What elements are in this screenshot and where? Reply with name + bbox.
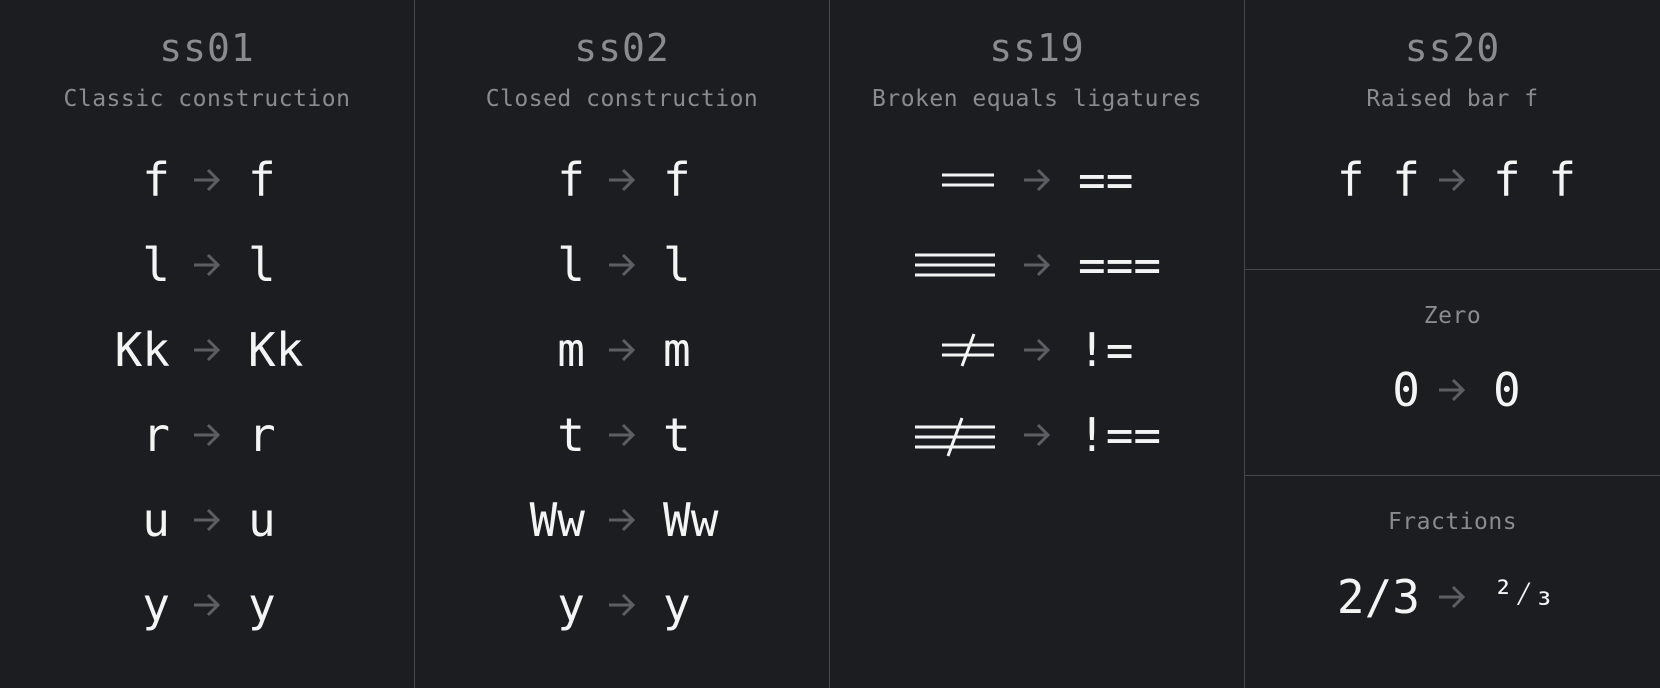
- glyph-row: 0 0: [1245, 360, 1660, 420]
- right-arrow-icon: [1020, 419, 1054, 451]
- panel-subtitle-fractions: Fractions: [1387, 509, 1518, 535]
- panel-subtitle: Closed construction: [485, 86, 759, 112]
- not-equals-ligature: [942, 333, 994, 367]
- right-arrow-icon: [190, 334, 224, 366]
- glyph-default: t: [557, 408, 585, 462]
- glyph-row: f f: [0, 150, 414, 210]
- right-arrow-icon: [1435, 374, 1469, 406]
- glyph-default: f f: [1336, 153, 1420, 207]
- glyph-default: f: [142, 153, 170, 207]
- right-arrow-icon: [1020, 249, 1054, 281]
- panel-subtitle: Classic construction: [63, 86, 351, 112]
- right-arrow-icon: [1435, 581, 1469, 613]
- panel-title: ss02: [574, 26, 670, 70]
- glyph-row: m m: [415, 320, 829, 380]
- glyph-alternate: m: [663, 323, 691, 377]
- glyph-alternate: ²⁄₃: [1493, 567, 1643, 627]
- right-arrow-icon: [1435, 164, 1469, 196]
- glyph-row: !==: [830, 405, 1244, 465]
- glyph-default: y: [142, 578, 170, 632]
- glyph-default: y: [557, 578, 585, 632]
- glyph-alternate: 0: [1493, 363, 1521, 417]
- right-arrow-icon: [605, 589, 639, 621]
- panel-title: ss01: [159, 26, 255, 70]
- glyph-row: y y: [0, 575, 414, 635]
- right-arrow-icon: [1020, 164, 1054, 196]
- right-arrow-icon: [605, 419, 639, 451]
- glyph-alternate: !==: [1078, 408, 1162, 462]
- panel-ss19: ss19 Broken equals ligatures == === != !…: [830, 0, 1244, 688]
- glyph-alternate: l: [663, 238, 691, 292]
- glyph-default: r: [142, 408, 170, 462]
- glyph-row: y y: [415, 575, 829, 635]
- right-arrow-icon: [190, 419, 224, 451]
- panel-ss02: ss02 Closed construction f f l l m m t t…: [415, 0, 829, 688]
- glyph-default: m: [557, 323, 585, 377]
- glyph-row: Ww Ww: [415, 490, 829, 550]
- glyph-row: 2/3 ²⁄₃: [1245, 567, 1660, 627]
- panel-title: ss20: [1404, 26, 1501, 70]
- panel-ss01: ss01 Classic construction f f l l Kk Kk …: [0, 0, 414, 688]
- right-arrow-icon: [605, 504, 639, 536]
- glyph-alternate: ==: [1078, 153, 1134, 207]
- panel-divider: [1245, 475, 1660, 476]
- right-arrow-icon: [605, 249, 639, 281]
- right-arrow-icon: [190, 504, 224, 536]
- panel-subtitle: Raised bar f: [1366, 86, 1539, 112]
- glyph-alternate: y: [248, 578, 276, 632]
- glyph-default: Kk: [114, 323, 170, 377]
- glyph-alternate: t: [663, 408, 691, 462]
- panel-divider: [1245, 269, 1660, 270]
- double-equals-ligature: [942, 173, 994, 187]
- glyph-alternate: u: [248, 493, 276, 547]
- glyph-alternate: l: [248, 238, 276, 292]
- panel-subtitle: Broken equals ligatures: [872, 86, 1202, 112]
- glyph-row: Kk Kk: [0, 320, 414, 380]
- panel-ss20: ss20 Raised bar f f f f f Zero 0 0 Fract…: [1245, 0, 1660, 688]
- panel-subtitle-zero: Zero: [1423, 303, 1482, 329]
- glyph-alternate: f f: [1493, 153, 1577, 207]
- strict-not-equals-ligature: [915, 417, 995, 457]
- glyph-alternate: r: [248, 408, 276, 462]
- right-arrow-icon: [605, 164, 639, 196]
- stylistic-sets-grid: ss01 Classic construction f f l l Kk Kk …: [0, 0, 1660, 688]
- right-arrow-icon: [190, 589, 224, 621]
- glyph-row: l l: [0, 235, 414, 295]
- glyph-default: 0: [1392, 363, 1420, 417]
- glyph-default: u: [142, 493, 170, 547]
- glyph-alternate: Ww: [663, 493, 719, 547]
- glyph-row: f f f f: [1245, 150, 1660, 210]
- glyph-default: f: [557, 153, 585, 207]
- right-arrow-icon: [190, 249, 224, 281]
- glyph-row: ==: [830, 150, 1244, 210]
- glyph-row: r r: [0, 405, 414, 465]
- glyph-default: l: [142, 238, 170, 292]
- glyph-row: f f: [415, 150, 829, 210]
- glyph-alternate: ===: [1078, 238, 1162, 292]
- glyph-row: u u: [0, 490, 414, 550]
- glyph-alternate: f: [663, 153, 691, 207]
- glyph-default: Ww: [529, 493, 585, 547]
- glyph-default: 2/3: [1336, 570, 1420, 624]
- right-arrow-icon: [1020, 334, 1054, 366]
- fraction-glyph: ²⁄₃: [1493, 574, 1555, 614]
- right-arrow-icon: [190, 164, 224, 196]
- triple-equals-ligature: [915, 253, 995, 277]
- glyph-alternate: !=: [1078, 323, 1134, 377]
- glyph-alternate: Kk: [248, 323, 304, 377]
- glyph-default: l: [557, 238, 585, 292]
- glyph-alternate: f: [248, 153, 276, 207]
- glyph-row: l l: [415, 235, 829, 295]
- panel-title: ss19: [989, 26, 1085, 70]
- glyph-row: !=: [830, 320, 1244, 380]
- right-arrow-icon: [605, 334, 639, 366]
- glyph-row: t t: [415, 405, 829, 465]
- glyph-row: ===: [830, 235, 1244, 295]
- glyph-alternate: y: [663, 578, 691, 632]
